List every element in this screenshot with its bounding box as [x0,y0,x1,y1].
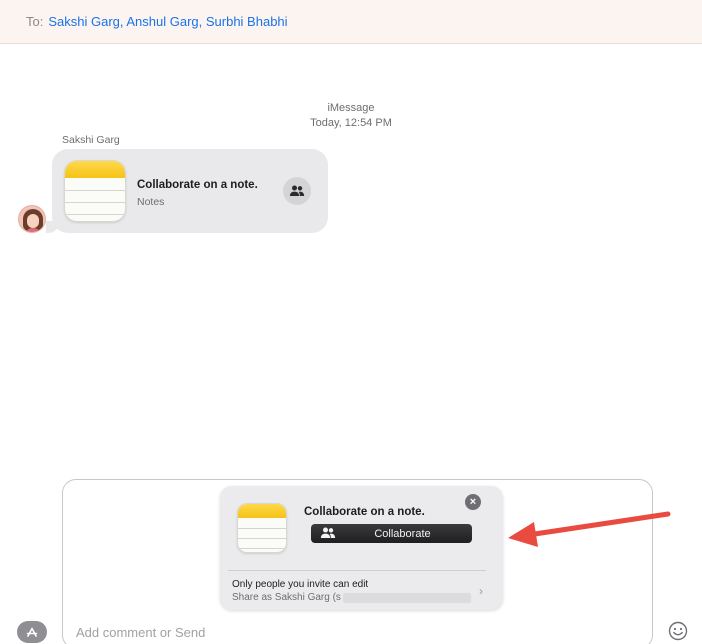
divider [228,570,486,571]
collaborators-button[interactable] [283,177,311,205]
recipient-bar[interactable]: To: Sakshi Garg, Anshul Garg, Surbhi Bha… [0,0,702,44]
share-preview-card: Collaborate on a note. × Collaborate Onl… [220,486,503,610]
annotation-arrow [508,511,671,547]
emoji-button[interactable] [668,621,688,641]
message-timestamp: Today, 12:54 PM [310,117,392,129]
app-store-button[interactable] [17,621,47,643]
emoji-icon [668,621,688,641]
service-label: iMessage [327,102,375,114]
to-label: To: [26,14,44,29]
compose-box[interactable]: Collaborate on a note. × Collaborate Onl… [62,479,653,644]
thread-header: iMessage Today, 12:54 PM [0,101,702,131]
avatar[interactable] [18,205,46,233]
message-bubble[interactable]: Collaborate on a note. Notes [46,149,328,233]
message-title: Collaborate on a note. [137,179,258,191]
notes-app-icon [237,503,287,553]
collaborate-button[interactable]: Collaborate [311,524,472,543]
sender-name: Sakshi Garg [62,134,120,146]
share-as-text: Share as Sakshi Garg (s [232,592,341,603]
people-icon [289,185,305,196]
close-icon[interactable]: × [465,494,481,510]
app-store-icon [26,627,38,637]
redacted-email [342,592,471,603]
share-card-title: Collaborate on a note. [304,506,425,518]
message-subtitle: Notes [137,196,165,208]
chevron-right-icon[interactable]: › [479,584,483,598]
share-as-row[interactable]: Share as Sakshi Garg (s [232,592,471,603]
people-icon [320,527,336,538]
permission-text[interactable]: Only people you invite can edit [232,579,368,590]
notes-app-icon [64,160,126,222]
recipient-list[interactable]: Sakshi Garg, Anshul Garg, Surbhi Bhabhi [48,14,287,29]
comment-input[interactable]: Add comment or Send [76,625,205,640]
